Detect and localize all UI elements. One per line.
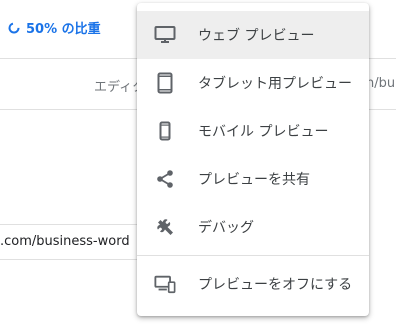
menu-item-debug[interactable]: デバッグ [137, 203, 369, 251]
tablet-icon [154, 72, 176, 94]
menu-item-tablet-preview[interactable]: タブレット用プレビュー [137, 59, 369, 107]
menu-item-label: ウェブ プレビュー [198, 28, 315, 44]
menu-item-share-preview[interactable]: プレビューを共有 [137, 155, 369, 203]
menu-item-label: モバイル プレビュー [198, 124, 329, 140]
menu-item-mobile-preview[interactable]: モバイル プレビュー [137, 107, 369, 155]
menu-item-label: タブレット用プレビュー [198, 76, 352, 92]
menu-item-label: デバッグ [198, 220, 254, 236]
menu-item-label: プレビューをオフにする [198, 277, 353, 293]
url-text[interactable]: .com/business-word [0, 234, 130, 249]
share-icon [154, 168, 176, 190]
menu-divider [137, 255, 369, 256]
zoom-control[interactable]: 50% の比重 [8, 18, 101, 37]
desktop-icon [154, 24, 176, 46]
loading-ring-icon [8, 22, 20, 33]
menu-item-turn-off-preview[interactable]: プレビューをオフにする [137, 260, 369, 308]
wrench-icon [154, 216, 176, 238]
devices-off-icon [154, 273, 176, 295]
preview-menu: ウェブ プレビュー タブレット用プレビュー モバイル プレビュー プレビューを共… [137, 3, 369, 316]
menu-item-web-preview[interactable]: ウェブ プレビュー [137, 11, 369, 59]
zoom-label: 50% の比重 [26, 22, 101, 37]
url-fragment: n/bu [366, 76, 396, 91]
phone-icon [154, 120, 176, 142]
url-row: .com/business-word [0, 224, 160, 260]
menu-item-label: プレビューを共有 [198, 172, 310, 188]
